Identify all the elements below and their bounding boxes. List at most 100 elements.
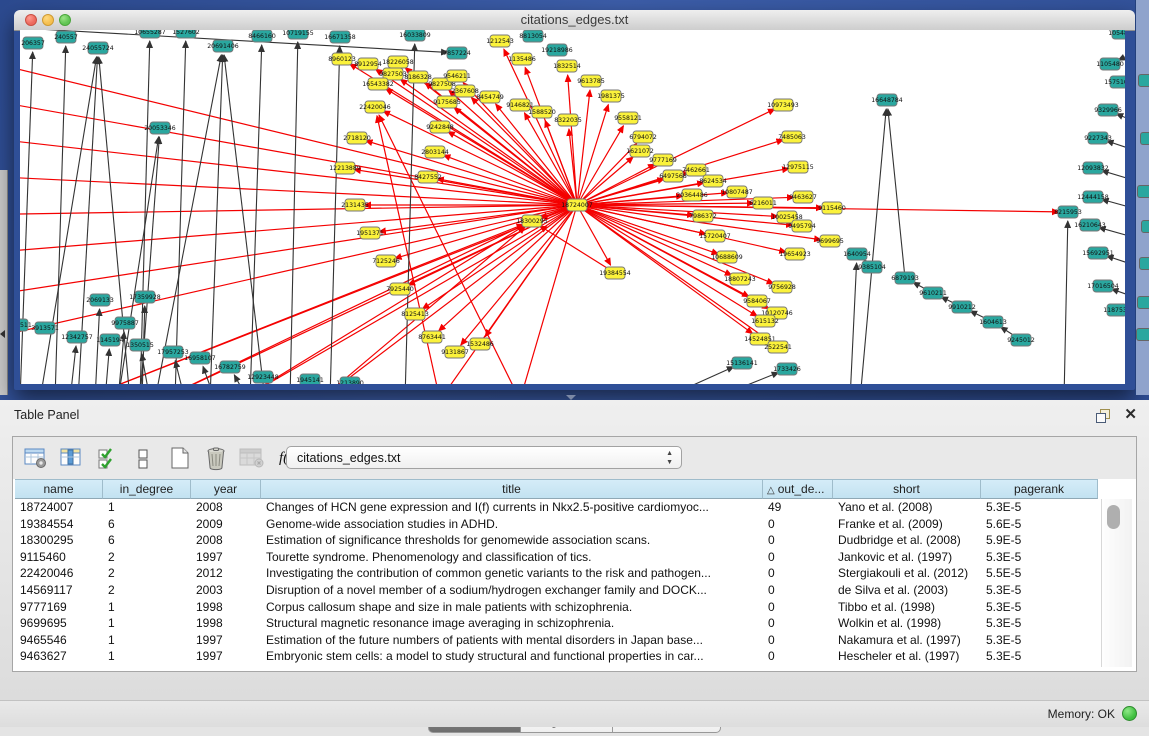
graph-node[interactable]: 9329966 [1094,104,1122,116]
graph-node[interactable]: 3913571 [31,322,59,334]
graph-node[interactable]: 8466160 [248,30,276,42]
graph-node[interactable]: 1604613 [979,316,1007,328]
graph-node[interactable]: 20691406 [207,40,239,52]
table-row[interactable]: 946554611997Estimation of the future num… [15,632,1100,649]
column-header-pagerank[interactable]: pagerank [981,479,1098,499]
graph-node[interactable]: 16648784 [871,94,903,106]
graph-node[interactable]: 9463627 [789,191,817,203]
graph-node[interactable]: 1981375 [597,90,625,102]
graph-node[interactable]: 19218986 [541,44,573,56]
graph-node[interactable]: 8454749 [476,91,504,103]
graph-node[interactable]: 2131435 [341,199,369,211]
graph-node[interactable]: 6794072 [629,131,657,143]
column-header-title[interactable]: title [261,479,763,499]
graph-node[interactable]: 9610211 [919,287,947,299]
graph-node[interactable]: 9385104 [858,261,886,273]
graph-node[interactable]: 9131867 [441,346,469,358]
graph-node[interactable]: 12093832 [1077,162,1109,174]
graph-node[interactable]: 1054801 [1108,30,1125,39]
graph-node[interactable]: 19654923 [779,248,811,260]
graph-node[interactable]: 18226058 [382,56,414,68]
graph-node[interactable]: 1532486 [466,338,494,350]
graph-node[interactable]: 8125413 [401,308,429,320]
vertical-scrollbar[interactable] [1101,499,1132,667]
graph-node[interactable]: 1733426 [773,363,801,375]
graph-node[interactable]: 16210643 [1074,219,1106,231]
graph-node[interactable]: 7986372 [689,210,717,222]
graph-node[interactable]: 8960123 [328,53,356,65]
graph-node[interactable]: 2718120 [343,132,371,144]
graph-node[interactable]: 206357 [21,37,45,49]
graph-node[interactable]: 9975887 [111,317,139,329]
graph-node[interactable]: 1951371 [356,227,384,239]
graph-node[interactable] [1139,257,1149,270]
graph-node[interactable]: 9910212 [948,301,976,313]
graph-node[interactable]: 9495794 [788,220,816,232]
graph-node[interactable]: 1640954 [843,248,871,260]
table-settings-button[interactable] [22,445,49,472]
graph-node[interactable]: 7857224 [443,47,471,59]
panel-collapse-icon[interactable] [0,330,5,338]
graph-node[interactable]: 8322035 [554,114,582,126]
graph-node[interactable]: 15751074 [1104,76,1125,88]
network-window-titlebar[interactable]: citations_edges.txt [14,10,1135,31]
new-document-button[interactable] [166,445,193,472]
graph-node[interactable]: 12213889 [329,162,361,174]
table-select-dropdown[interactable]: citations_edges.txt ▲▼ [286,446,682,469]
network-canvas[interactable]: 1872400789601238912954182260589827503818… [20,30,1125,384]
scrollbar-thumb[interactable] [1107,505,1120,529]
graph-node[interactable]: 22420046 [359,101,391,113]
column-header-in_degree[interactable]: in_degree [103,479,191,499]
graph-node[interactable]: 1145194 [96,334,124,346]
clear-selection-button[interactable] [130,445,157,472]
graph-node[interactable]: 7125246 [372,255,400,267]
graph-node[interactable]: 10719155 [282,30,314,39]
graph-node[interactable]: 1187531 [1103,304,1125,316]
graph-node[interactable]: 15720407 [699,230,731,242]
select-all-button[interactable] [94,445,121,472]
graph-node[interactable]: 1527602 [172,30,200,38]
graph-node[interactable]: 1135486 [508,53,536,65]
graph-node[interactable]: 1615132 [751,315,779,327]
table-row[interactable]: 946362711997Embryonic stem cells: a mode… [15,648,1100,665]
graph-node[interactable]: 16033809 [399,30,431,41]
graph-node[interactable]: 9227343 [1084,132,1112,144]
column-header-year[interactable]: year [191,479,261,499]
graph-node[interactable]: 10807487 [721,186,753,198]
graph-node[interactable]: 9115460 [818,202,846,214]
graph-node[interactable]: 9777169 [649,154,677,166]
graph-node[interactable]: 9242848 [426,121,454,133]
delete-trash-button[interactable] [202,445,229,472]
graph-node[interactable]: 12342757 [61,331,93,343]
graph-node[interactable]: 7462661 [682,164,710,176]
graph-node[interactable]: 2069133 [86,294,114,306]
table-row[interactable]: 969969511998Structural magnetic resonanc… [15,615,1100,632]
graph-node[interactable]: 6216011 [749,197,777,209]
graph-node[interactable]: 8813054 [519,30,547,42]
graph-node[interactable]: 1832514 [553,60,581,72]
table-row[interactable]: 977716911998Corpus callosum shape and si… [15,599,1100,616]
graph-node[interactable]: 17359928 [129,291,161,303]
table-row[interactable]: 1938455462009Genome-wide association stu… [15,516,1100,533]
graph-node[interactable]: 9175685 [433,96,461,108]
graph-node[interactable]: 10655287 [134,30,166,38]
graph-node[interactable]: 10973493 [767,99,799,111]
graph-node[interactable]: 9558121 [614,112,642,124]
graph-node[interactable]: 12444158 [1077,191,1109,203]
graph-node[interactable]: 12975115 [782,161,814,173]
graph-node[interactable]: 6879193 [891,272,919,284]
graph-node[interactable]: 19384554 [599,267,631,279]
column-header-short[interactable]: short [833,479,981,499]
graph-node[interactable] [1138,74,1149,87]
graph-node[interactable] [1137,296,1149,309]
graph-node[interactable] [1140,132,1149,145]
graph-node[interactable]: 1212543 [486,35,514,47]
graph-node[interactable]: 1350515 [126,339,154,351]
table-row[interactable]: 1830029562008Estimation of significance … [15,532,1100,549]
graph-node[interactable]: 2522541 [764,341,792,353]
table-row[interactable]: 1872400712008Changes of HCN gene express… [15,499,1100,516]
graph-node[interactable]: 2803144 [421,146,449,158]
graph-node[interactable]: 7925440 [386,283,414,295]
graph-node[interactable]: 9699695 [816,235,844,247]
graph-node[interactable]: 8215953 [1054,206,1082,218]
